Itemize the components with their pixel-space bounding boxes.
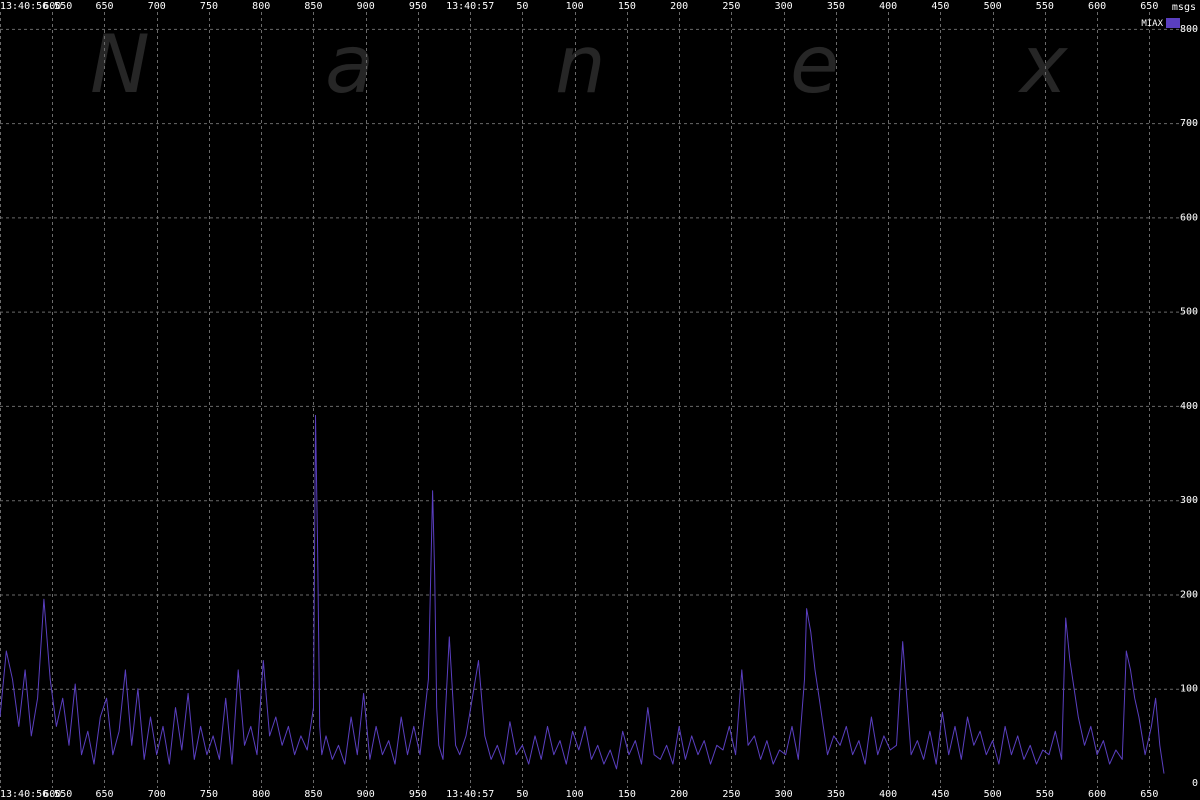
y-tick-label: 400 — [1180, 401, 1198, 412]
y-tick-label: 700 — [1180, 118, 1198, 129]
x-tick-label: 150 — [618, 789, 636, 800]
x-tick-label: 650 — [95, 789, 113, 800]
x-tick-label: 300 — [775, 1, 793, 12]
x-tick-label: 250 — [722, 1, 740, 12]
x-tick-label: 600 — [43, 1, 61, 12]
x-tick-label: 800 — [252, 789, 270, 800]
x-tick-label: 400 — [879, 1, 897, 12]
chart-background — [0, 0, 1200, 800]
x-tick-label: 13:40:57 — [446, 1, 494, 12]
x-tick-label: 500 — [984, 789, 1002, 800]
x-tick-label: 13:40:57 — [446, 789, 494, 800]
x-tick-label: 650 — [1140, 789, 1158, 800]
y-tick-label: 800 — [1180, 24, 1198, 35]
x-tick-label: 700 — [148, 1, 166, 12]
x-tick-label: 50 — [516, 1, 528, 12]
x-tick-label: 550 — [1036, 789, 1054, 800]
line-chart: Nanex 13:40:56.550600 650 700 750 800 850 900 9… — [0, 0, 1200, 800]
x-tick-label: 200 — [670, 789, 688, 800]
x-tick-label: 900 — [357, 789, 375, 800]
x-tick-label: 850 — [304, 789, 322, 800]
x-tick-label: 600 — [1088, 789, 1106, 800]
x-tick-label: 850 — [304, 1, 322, 12]
legend-swatch — [1166, 18, 1180, 28]
y-tick-label: 100 — [1180, 684, 1198, 695]
x-tick-label: 500 — [984, 1, 1002, 12]
watermark-letter: N — [90, 18, 150, 111]
x-tick-label: 700 — [148, 789, 166, 800]
x-tick-label: 650 — [95, 1, 113, 12]
x-tick-label: 600 — [43, 789, 61, 800]
y-tick-label: 0 — [1192, 778, 1198, 789]
x-tick-label: 450 — [931, 1, 949, 12]
x-tick-label: 950 — [409, 789, 427, 800]
x-tick-label: 100 — [566, 789, 584, 800]
watermark-letter: n — [555, 18, 606, 111]
x-tick-label: 150 — [618, 1, 636, 12]
x-tick-label: 750 — [200, 1, 218, 12]
x-tick-label: 950 — [409, 1, 427, 12]
x-tick-label: 650 — [1140, 1, 1158, 12]
x-tick-label: 200 — [670, 1, 688, 12]
x-tick-label: 300 — [775, 789, 793, 800]
x-tick-label: 13:40:56.550 — [0, 1, 72, 12]
x-tick-label: 400 — [879, 789, 897, 800]
x-tick-label: 800 — [252, 1, 270, 12]
x-tick-label: 350 — [827, 1, 845, 12]
x-tick-label: 750 — [200, 789, 218, 800]
x-tick-label: 900 — [357, 1, 375, 12]
y-tick-label: 200 — [1180, 589, 1198, 600]
legend-label: MIAX — [1141, 19, 1163, 29]
unit-label: msgs — [1172, 2, 1196, 13]
y-tick-label: 500 — [1180, 307, 1198, 318]
x-tick-label: 50 — [516, 789, 528, 800]
watermark-letter: x — [1017, 18, 1069, 111]
y-tick-label: 300 — [1180, 495, 1198, 506]
legend: MIAX — [1141, 18, 1180, 29]
x-tick-label: 13:40:56.550 — [0, 789, 72, 800]
y-tick-label: 600 — [1180, 212, 1198, 223]
x-tick-label: 100 — [566, 1, 584, 12]
x-tick-label: 550 — [1036, 1, 1054, 12]
x-tick-label: 600 — [1088, 1, 1106, 12]
x-tick-label: 350 — [827, 789, 845, 800]
x-tick-label: 450 — [931, 789, 949, 800]
watermark-letter: e — [790, 18, 839, 111]
x-tick-label: 250 — [722, 789, 740, 800]
